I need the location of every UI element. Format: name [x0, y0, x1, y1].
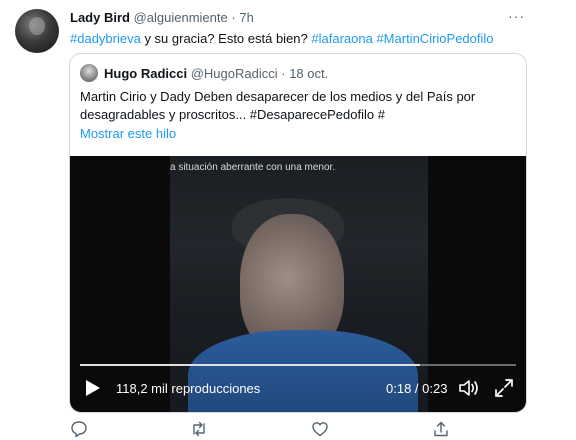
separator: ·	[281, 66, 286, 81]
video-controls: 118,2 mil reproducciones 0:18 / 0:23	[70, 374, 526, 402]
like-icon[interactable]	[311, 420, 329, 438]
quoted-handle[interactable]: @HugoRadicci	[191, 66, 278, 81]
show-thread-link[interactable]: Mostrar este hilo	[80, 126, 176, 141]
video-player[interactable]: a situación aberrante con una menor. 118…	[70, 156, 526, 412]
timestamp[interactable]: 7h	[239, 10, 253, 25]
more-options-icon[interactable]: ···	[508, 8, 525, 24]
reply-icon[interactable]	[70, 420, 88, 438]
view-count: 118,2 mil reproducciones	[116, 381, 261, 396]
hashtag-link[interactable]: #lafaraona	[311, 31, 372, 46]
tweet[interactable]: Lady Bird @alguienmiente · 7h ··· #dadyb…	[0, 0, 560, 440]
tweet-actions	[0, 418, 560, 440]
hashtag-link[interactable]: #dadybrieva	[70, 31, 141, 46]
tweet-text: #dadybrieva y su gracia? Esto está bien?…	[70, 30, 550, 47]
play-icon[interactable]	[86, 380, 100, 396]
user-handle[interactable]: @alguienmiente	[134, 10, 228, 25]
hashtag-link[interactable]: #MartinCirioPedofilo	[376, 31, 493, 46]
separator: ·	[231, 10, 236, 25]
video-timecode: 0:18 / 0:23	[386, 381, 448, 396]
volume-icon[interactable]	[458, 378, 480, 398]
tweet-header: Lady Bird @alguienmiente · 7h	[70, 10, 254, 25]
video-caption: a situación aberrante con una menor.	[170, 162, 336, 173]
quoted-avatar[interactable]	[80, 64, 98, 82]
quoted-tweet[interactable]: Hugo Radicci @HugoRadicci · 18 oct. Mart…	[69, 53, 527, 413]
share-icon[interactable]	[432, 420, 450, 438]
display-name[interactable]: Lady Bird	[70, 10, 130, 25]
fullscreen-icon[interactable]	[494, 378, 514, 398]
quoted-date[interactable]: 18 oct.	[289, 66, 328, 81]
tweet-text-segment: y su gracia? Esto está bien?	[140, 31, 312, 46]
retweet-icon[interactable]	[190, 420, 208, 438]
avatar[interactable]	[15, 9, 59, 53]
video-progress-bar[interactable]	[80, 364, 516, 366]
quoted-header: Hugo Radicci @HugoRadicci · 18 oct.	[104, 66, 328, 81]
quoted-display-name[interactable]: Hugo Radicci	[104, 66, 187, 81]
video-progress-fill	[80, 364, 421, 366]
quoted-text: Martin Cirio y Dady Deben desaparecer de…	[80, 89, 476, 122]
